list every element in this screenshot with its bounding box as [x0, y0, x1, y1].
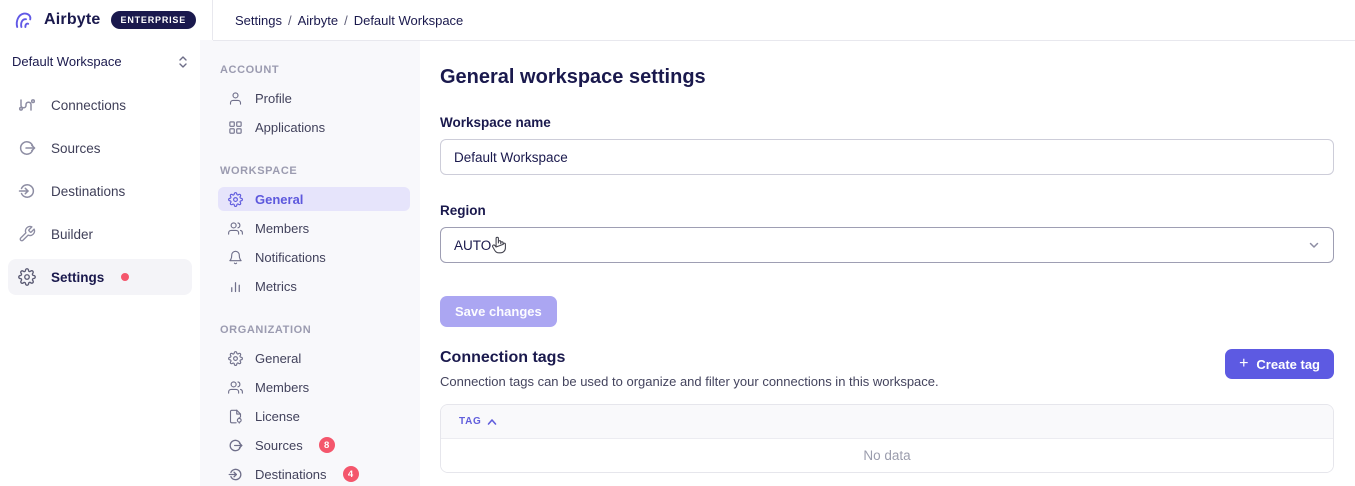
settings-item-label: Members — [255, 380, 309, 395]
sidebar-item-sources[interactable]: Sources — [8, 130, 192, 166]
chevron-updown-icon — [178, 55, 188, 69]
top-header: Airbyte ENTERPRISE Settings / Airbyte / … — [0, 0, 1355, 40]
gear-icon — [228, 192, 243, 207]
gear-icon — [18, 268, 36, 286]
user-icon — [228, 91, 243, 106]
create-tag-button[interactable]: + Create tag — [1225, 349, 1334, 379]
sidebar-item-builder[interactable]: Builder — [8, 216, 192, 252]
section-title: ORGANIZATION — [220, 324, 400, 336]
breadcrumb-organization[interactable]: Airbyte — [298, 13, 338, 28]
tags-table-header: TAG — [441, 405, 1333, 439]
settings-item-label: Applications — [255, 120, 325, 135]
tags-empty-row: No data — [441, 439, 1333, 472]
settings-item-org-sources[interactable]: Sources 8 — [218, 433, 410, 457]
section-account: ACCOUNT Profile Applications — [220, 64, 400, 139]
grid-icon — [228, 120, 243, 135]
section-organization: ORGANIZATION General Members — [220, 324, 400, 486]
sort-asc-icon — [487, 418, 497, 426]
destination-icon — [228, 467, 243, 482]
breadcrumb-workspace[interactable]: Default Workspace — [354, 13, 464, 28]
gear-icon — [228, 351, 243, 366]
create-tag-label: Create tag — [1256, 357, 1320, 372]
settings-item-workspace-members[interactable]: Members — [218, 216, 410, 240]
wrench-icon — [18, 225, 36, 243]
settings-item-org-members[interactable]: Members — [218, 375, 410, 399]
section-workspace: WORKSPACE General Members — [220, 165, 400, 298]
settings-sidebar: ACCOUNT Profile Applications — [200, 40, 420, 486]
settings-item-label: General — [255, 192, 303, 207]
connection-tags-description: Connection tags can be used to organize … — [440, 374, 939, 389]
settings-item-notifications[interactable]: Notifications — [218, 245, 410, 269]
source-icon — [18, 139, 36, 157]
sidebar-item-settings[interactable]: Settings — [8, 259, 192, 295]
logo-zone: Airbyte ENTERPRISE — [0, 0, 213, 40]
settings-item-label: General — [255, 351, 301, 366]
users-icon — [228, 380, 243, 395]
settings-item-metrics[interactable]: Metrics — [218, 274, 410, 298]
sidebar-item-label: Destinations — [51, 184, 125, 199]
settings-item-workspace-general[interactable]: General — [218, 187, 410, 211]
breadcrumb-settings[interactable]: Settings — [235, 13, 282, 28]
workspace-selector-label: Default Workspace — [12, 54, 122, 69]
bar-chart-icon — [228, 279, 243, 294]
settings-item-label: Members — [255, 221, 309, 236]
license-icon — [228, 409, 243, 424]
main-content: General workspace settings Workspace nam… — [420, 40, 1355, 486]
notification-dot — [121, 273, 129, 281]
sidebar-item-label: Builder — [51, 227, 93, 242]
region-field: Region AUTO — [440, 203, 1334, 263]
breadcrumb: Settings / Airbyte / Default Workspace — [213, 0, 1355, 40]
region-select[interactable]: AUTO — [440, 227, 1334, 263]
section-title: ACCOUNT — [220, 64, 400, 76]
save-changes-button[interactable]: Save changes — [440, 296, 557, 327]
source-icon — [228, 438, 243, 453]
settings-item-profile[interactable]: Profile — [218, 86, 410, 110]
region-selected-value: AUTO — [454, 238, 491, 253]
settings-item-label: License — [255, 409, 300, 424]
primary-sidebar: Default Workspace Connections — [0, 40, 200, 486]
breadcrumb-separator: / — [344, 13, 348, 28]
sources-count-badge: 8 — [319, 437, 335, 453]
connection-tags-header: Connection tags Connection tags can be u… — [440, 349, 1334, 389]
settings-item-org-general[interactable]: General — [218, 346, 410, 370]
sidebar-item-label: Sources — [51, 141, 101, 156]
logo-wordmark[interactable]: Airbyte — [44, 11, 101, 29]
users-icon — [228, 221, 243, 236]
plus-icon: + — [1239, 356, 1248, 372]
chevron-down-icon — [1308, 239, 1320, 251]
sidebar-item-label: Connections — [51, 98, 126, 113]
settings-item-label: Destinations — [255, 467, 327, 482]
sidebar-item-label: Settings — [51, 270, 104, 285]
sidebar-item-destinations[interactable]: Destinations — [8, 173, 192, 209]
enterprise-badge: ENTERPRISE — [111, 11, 197, 29]
settings-item-label: Metrics — [255, 279, 297, 294]
header-divider — [213, 40, 1355, 41]
settings-item-label: Notifications — [255, 250, 326, 265]
connections-icon — [18, 96, 36, 114]
tag-column-sort[interactable]: TAG — [459, 416, 497, 427]
tags-table: TAG No data — [440, 404, 1334, 473]
page-title: General workspace settings — [440, 66, 1334, 89]
settings-item-applications[interactable]: Applications — [218, 115, 410, 139]
settings-item-label: Profile — [255, 91, 292, 106]
workspace-selector[interactable]: Default Workspace — [8, 48, 192, 75]
workspace-name-label: Workspace name — [440, 115, 1334, 130]
destination-icon — [18, 182, 36, 200]
connection-tags-text: Connection tags Connection tags can be u… — [440, 349, 939, 389]
breadcrumb-separator: / — [288, 13, 292, 28]
tag-column-label: TAG — [459, 416, 481, 427]
destinations-count-badge: 4 — [343, 466, 359, 482]
section-title: WORKSPACE — [220, 165, 400, 177]
settings-item-label: Sources — [255, 438, 303, 453]
workspace-name-input[interactable] — [440, 139, 1334, 175]
sidebar-item-connections[interactable]: Connections — [8, 87, 192, 123]
workspace-name-field: Workspace name — [440, 115, 1334, 175]
region-label: Region — [440, 203, 1334, 218]
airbyte-logo-icon — [14, 10, 34, 30]
settings-item-org-destinations[interactable]: Destinations 4 — [218, 462, 410, 486]
bell-icon — [228, 250, 243, 265]
settings-item-license[interactable]: License — [218, 404, 410, 428]
connection-tags-title: Connection tags — [440, 349, 939, 367]
